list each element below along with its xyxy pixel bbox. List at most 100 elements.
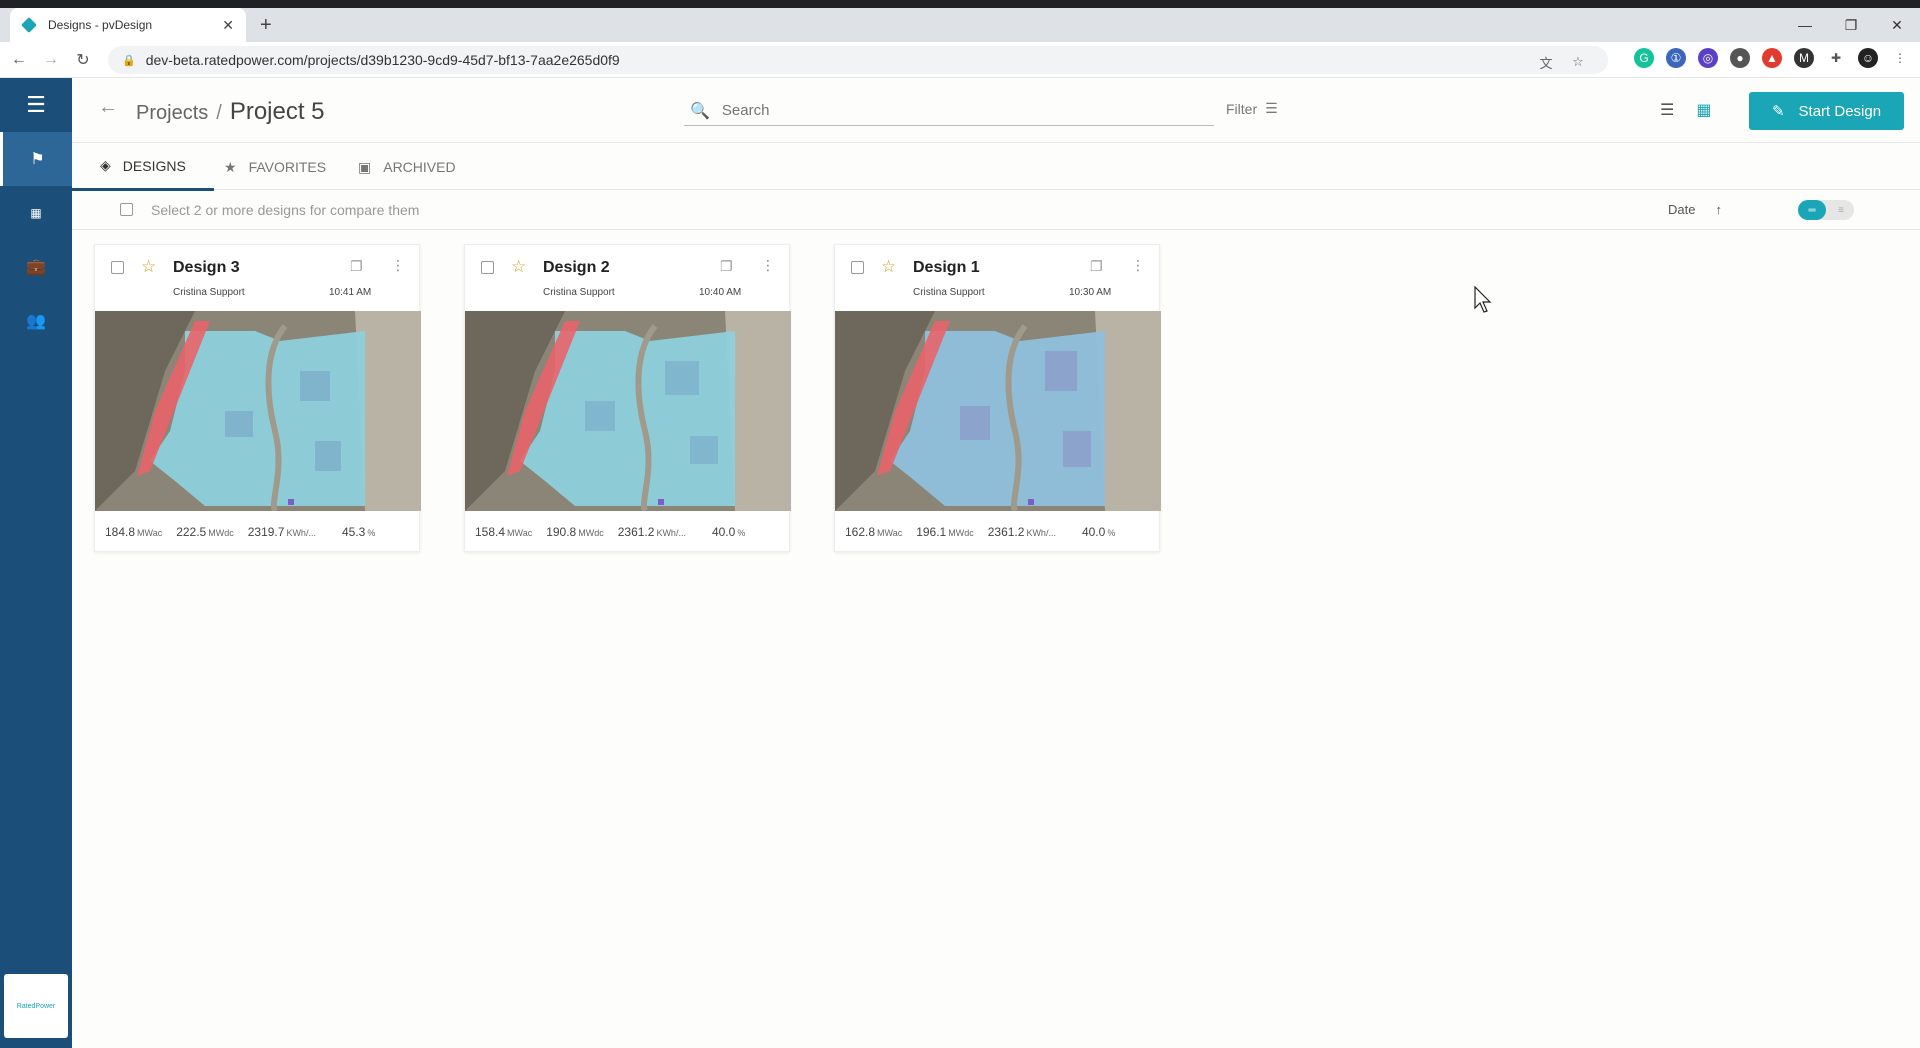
menu-kebab-icon[interactable]: ⋮ [1890,48,1910,68]
ratedpower-logo: RatedPower [4,974,68,1038]
favorite-star-icon[interactable]: ☆ [881,257,896,277]
translate-icon[interactable]: 文 [1536,52,1556,72]
url-text: dev-beta.ratedpower.com/projects/d39b123… [145,52,620,68]
design-time: 10:41 AM [329,287,372,298]
duplicate-icon[interactable]: ❐ [350,258,363,275]
card-header: ☆ Design 3 ❐ ⋮ Cristina Support 10:41 AM [95,245,419,311]
design-cards: ☆ Design 3 ❐ ⋮ Cristina Support 10:41 AM [94,244,1161,552]
extension-purple-icon[interactable]: ◎ [1698,48,1718,68]
main-content: ← Projects / Project 5 🔍 Filter ☰ ☰ ▦ ✎ St… [72,78,1920,1048]
design-select-checkbox[interactable] [111,261,124,274]
design-select-checkbox[interactable] [481,261,494,274]
favorite-star-icon[interactable]: ☆ [141,257,156,277]
edit-icon: ✎ [1771,103,1785,120]
browser-tab-title: Designs - pvDesign [48,18,153,32]
breadcrumb-projects[interactable]: Projects [136,102,208,124]
panel-icon: ▦ [30,206,42,220]
design-thumbnail[interactable] [95,311,421,511]
design-card[interactable]: ☆ Design 3 ❐ ⋮ Cristina Support 10:41 AM [94,244,421,552]
profile-avatar-icon[interactable]: ☺ [1858,48,1878,68]
close-window-icon[interactable]: ✕ [1874,17,1920,34]
design-select-checkbox[interactable] [851,261,864,274]
sort-control[interactable]: Date ↑ [1668,202,1722,217]
stat-mwac: 158.4 MWac [475,525,533,539]
start-design-button[interactable]: ✎ Start Design [1749,92,1904,130]
stat-percent: 40.0% [1081,525,1116,539]
lock-icon: 🔒 [122,54,136,67]
favorite-star-icon[interactable]: ☆ [511,257,526,277]
sidebar-item-briefcase[interactable]: 💼 [0,240,72,294]
stat-mwdc: 196.1 MWdc [916,525,974,539]
mouse-cursor-icon [1474,286,1492,313]
star-icon: ★ [224,158,237,175]
stat-mwdc: 190.8 MWdc [546,525,604,539]
stat-percent: 45.3% [341,525,376,539]
stat-mwdc: 222.5 MWdc [176,525,234,539]
more-options-icon[interactable]: ⋮ [1131,257,1145,274]
duplicate-icon[interactable]: ❐ [720,258,733,275]
page-title: Project 5 [229,98,325,125]
pvdesign-favicon-icon [21,17,37,33]
tab-designs[interactable]: ◈ DESIGNS [72,143,214,191]
bookmark-star-icon[interactable]: ☆ [1568,52,1588,72]
logo-text: RatedPower [16,1002,56,1010]
stat-percent: 40.0% [711,525,746,539]
more-options-icon[interactable]: ⋮ [391,257,405,274]
filter-label: Filter [1226,100,1258,117]
tab-archived[interactable]: ▣ ARCHIVED [330,143,484,191]
users-icon: 👥 [26,313,46,330]
compact-icon: ═ [1798,200,1826,220]
layers-icon: ◈ [100,157,111,173]
stat-yield: 2319.7 KWh/... [247,525,316,539]
url-field[interactable]: 🔒 dev-beta.ratedpower.com/projects/d39b1… [108,46,1608,74]
grammarly-icon[interactable]: G [1634,48,1654,68]
sort-arrow-icon: ↑ [1715,202,1722,217]
sidebar-item-equipment[interactable]: ▦ [0,186,72,240]
back-arrow-icon[interactable]: ← [98,96,118,119]
design-title: Design 2 [543,259,610,276]
design-thumbnail[interactable] [465,311,791,511]
restore-icon[interactable]: ❐ [1828,17,1874,34]
flag-icon: ⚑ [30,151,45,168]
design-card[interactable]: ☆ Design 1 ❐ ⋮ Cristina Support 10:30 AM [834,244,1161,552]
stat-yield: 2361.2 KWh/... [987,525,1056,539]
filter-button[interactable]: Filter ☰ [1226,100,1278,117]
stat-mwac: 162.8 MWac [845,525,903,539]
design-thumbnail[interactable] [835,311,1161,511]
tab-favorites-label: FAVORITES [248,159,327,175]
view-density-toggle[interactable]: ═ ≡ [1798,200,1854,220]
onepassword-icon[interactable]: ① [1666,48,1686,68]
gmail-icon[interactable]: M [1794,48,1814,68]
grid-view-icon[interactable]: ▦ [1696,100,1711,120]
puzzle-icon[interactable]: ✚ [1826,48,1846,68]
design-author: Cristina Support [173,287,245,298]
duplicate-icon[interactable]: ❐ [1090,258,1103,275]
back-icon[interactable]: ← [6,51,32,69]
app: ☰ ⚑ ▦ 💼 👥 RatedPower ← Projects / Project … [0,78,1920,1048]
search-input[interactable] [721,102,1202,119]
sidebar-item-projects[interactable]: ⚑ [0,132,72,186]
minimize-icon[interactable]: — [1782,17,1828,33]
page-header: ← Projects / Project 5 🔍 Filter ☰ ☰ ▦ ✎ St… [72,78,1920,142]
expanded-icon: ≡ [1838,204,1844,216]
extension-red-icon[interactable]: ▲ [1762,48,1782,68]
briefcase-icon: 💼 [26,259,46,276]
extension-gray-icon[interactable]: ● [1730,48,1750,68]
stat-mwac: 184.8 MWac [105,525,163,539]
browser-tab[interactable]: Designs - pvDesign ✕ [10,8,246,42]
list-view-icon[interactable]: ☰ [1660,100,1674,120]
sidebar-item-users[interactable]: 👥 [0,294,72,348]
search-icon: 🔍 [690,102,710,120]
new-tab-icon[interactable]: + [260,14,272,37]
design-card[interactable]: ☆ Design 2 ❐ ⋮ Cristina Support 10:40 AM [464,244,791,552]
hamburger-menu-icon[interactable]: ☰ [0,78,72,132]
tab-designs-label: DESIGNS [122,157,186,174]
select-all-checkbox[interactable] [120,203,133,216]
omnibox-actions: 文 ☆ [1536,52,1588,72]
reload-icon[interactable]: ↻ [70,50,96,70]
more-options-icon[interactable]: ⋮ [761,257,775,274]
forward-icon[interactable]: → [38,51,64,69]
close-tab-icon[interactable]: ✕ [222,17,234,34]
design-time: 10:40 AM [699,287,742,298]
view-switcher: ☰ ▦ [1660,100,1711,120]
